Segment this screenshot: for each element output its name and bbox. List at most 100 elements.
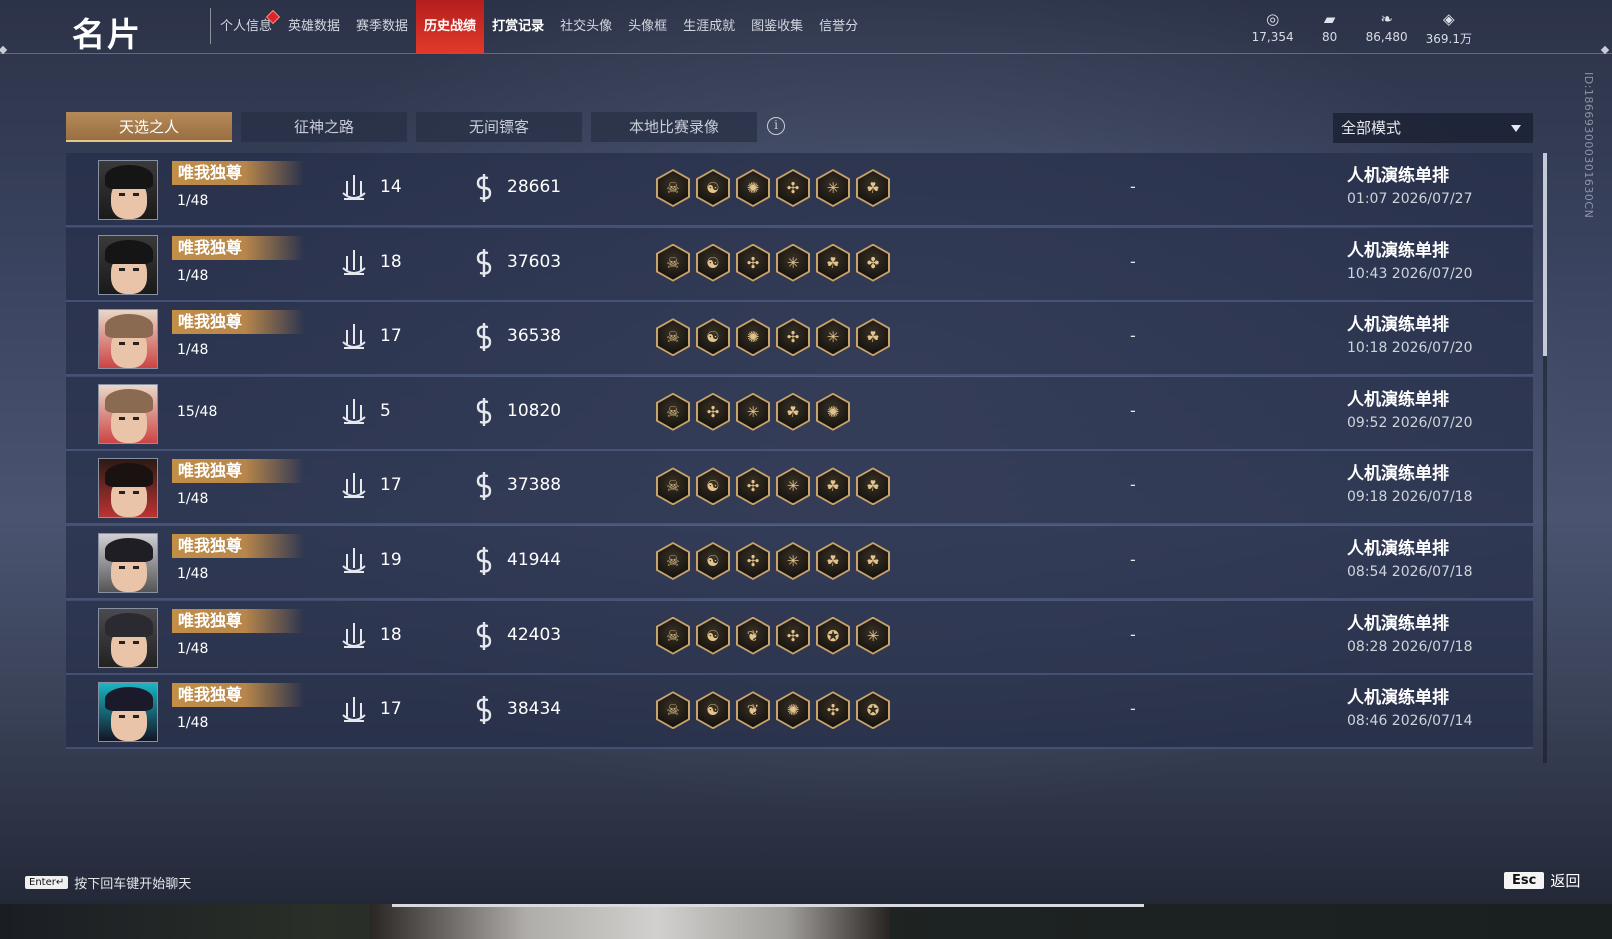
match-result: - (1130, 251, 1136, 271)
talent-hex-icon[interactable]: ✣ (776, 169, 810, 207)
tab-2[interactable]: 无间镖客 (416, 112, 582, 142)
avatar-hair (105, 165, 153, 189)
match-row[interactable]: 唯我独尊 1/48 19 41944 ☠ ☯ ✣ ✳ ☘ ☘ - 人机演练单排 08:54 2026/0… (66, 526, 1533, 600)
talent-hex-icon[interactable]: ☘ (816, 467, 850, 506)
match-row[interactable]: 唯我独尊 1/48 17 38434 ☠ ☯ ❦ ✺ ✣ ✪ - 人机演练单排 08:46 2026/0… (66, 675, 1533, 750)
talent-hex-icon[interactable]: ✣ (736, 467, 770, 506)
talent-hex-icon[interactable]: ✳ (736, 392, 770, 431)
nav-tab-8[interactable]: 图鉴收集 (743, 0, 811, 54)
talent-hex-icon[interactable]: ✳ (816, 169, 850, 207)
talent-hex-icon[interactable]: ☠ (656, 691, 690, 730)
match-type-tabs: 天选之人 征神之路 无间镖客 本地比赛录像 (66, 112, 757, 142)
list-scrollbar-thumb[interactable] (1543, 153, 1547, 356)
talent-hex-icon[interactable]: ✣ (736, 542, 770, 580)
avatar-eyes (119, 566, 139, 569)
hero-avatar[interactable] (98, 160, 158, 220)
talent-hex-icon[interactable]: ✪ (816, 616, 850, 655)
currency-0: ◎ 17,354 (1252, 8, 1294, 47)
talent-hex-icon[interactable]: ☠ (656, 467, 690, 506)
talent-glyph: ☠ (666, 402, 680, 421)
talent-hex-icon[interactable]: ☠ (656, 169, 690, 207)
nav-tab-7[interactable]: 生涯成就 (675, 0, 743, 54)
talent-hex-icon[interactable]: ☯ (696, 691, 730, 730)
match-row[interactable]: 唯我独尊 1/48 17 37388 ☠ ☯ ✣ ✳ ☘ ☘ - 人机演练单排 09:18 2026/0… (66, 451, 1533, 526)
talent-hex-icon[interactable]: ❦ (736, 616, 770, 655)
kill-count: 14 (380, 177, 402, 197)
tab-3[interactable]: 本地比赛录像 (591, 112, 757, 142)
nav-tab-2[interactable]: 赛季数据 (348, 0, 416, 54)
talent-glyph: ☠ (666, 701, 680, 720)
score-value: 41944 (507, 550, 562, 570)
talent-hex-icon[interactable]: ❦ (736, 691, 770, 730)
score-value: 37388 (507, 475, 562, 496)
talent-hex-icon[interactable]: ✺ (816, 392, 850, 431)
match-row[interactable]: 唯我独尊 1/48 14 28661 ☠ ☯ ✺ ✣ ✳ ☘ - 人机演练单排 01:07 2026/0… (66, 153, 1533, 227)
talent-hex-icon[interactable]: ☯ (696, 169, 730, 207)
talent-hex-icon[interactable]: ✳ (776, 467, 810, 506)
talent-hex-icon[interactable]: ✳ (816, 318, 850, 357)
match-row[interactable]: 唯我独尊 1/48 18 37603 ☠ ☯ ✣ ✳ ☘ ✤ - 人机演练单排 10:43 2026/0… (66, 227, 1533, 302)
nav-tab-5[interactable]: 社交头像 (552, 0, 620, 54)
tab-1[interactable]: 征神之路 (241, 112, 407, 142)
talent-hex-icon[interactable]: ✣ (696, 392, 730, 431)
talent-hex-icon[interactable]: ☯ (696, 616, 730, 655)
talent-hex-icon[interactable]: ☘ (776, 392, 810, 431)
hero-avatar[interactable] (98, 607, 158, 668)
nav-tab-6[interactable]: 头像框 (620, 0, 675, 54)
talent-hex-icon[interactable]: ✣ (776, 616, 810, 655)
nav-tab-9[interactable]: 信誉分 (811, 0, 866, 54)
talent-hex-icon[interactable]: ✪ (856, 691, 890, 730)
talent-hex-icon[interactable]: ☯ (696, 542, 730, 580)
talent-hex-icon[interactable]: ✳ (776, 542, 810, 580)
talent-hex-icon[interactable]: ☠ (656, 542, 690, 580)
talent-hex-icon[interactable]: ☘ (856, 169, 890, 207)
nav-tab-1[interactable]: 英雄数据 (280, 0, 348, 54)
hero-avatar[interactable] (98, 309, 158, 370)
talent-hex-icon[interactable]: ☯ (696, 243, 730, 282)
nav-tab-4[interactable]: 打赏记录 (484, 0, 552, 54)
info-icon[interactable]: i (767, 117, 785, 135)
talent-hex-icon[interactable]: ☘ (816, 243, 850, 282)
kills-icon (340, 621, 368, 651)
talent-hex-icon[interactable]: ☠ (656, 392, 690, 431)
talent-hex-icon[interactable]: ✺ (736, 318, 770, 357)
hero-avatar[interactable] (98, 383, 158, 444)
talent-hex-icon[interactable]: ☘ (856, 467, 890, 506)
match-history-list[interactable]: 唯我独尊 1/48 14 28661 ☠ ☯ ✺ ✣ ✳ ☘ - 人机演练单排 01:07 2026/0… (66, 153, 1533, 763)
talent-hex-icon[interactable]: ✺ (736, 169, 770, 207)
match-row[interactable]: 15/48 5 10820 ☠ ✣ ✳ ☘ ✺ - 人机演练单排 09:52 2026/07/20 (66, 376, 1533, 451)
talent-hex-icon[interactable]: ☠ (656, 318, 690, 357)
talent-hex-icon[interactable]: ☘ (856, 318, 890, 357)
talent-hex-icon[interactable]: ✳ (856, 616, 890, 655)
hero-avatar[interactable] (98, 234, 158, 295)
talent-hex-icon[interactable]: ☠ (656, 243, 690, 282)
talent-hex-icon[interactable]: ✳ (776, 243, 810, 282)
talent-hex-icon[interactable]: ☘ (856, 542, 890, 580)
match-row[interactable]: 唯我独尊 1/48 18 42403 ☠ ☯ ❦ ✣ ✪ ✳ - 人机演练单排 08:28 2026/0… (66, 600, 1533, 675)
nav-tab-0[interactable]: 个人信息 (212, 0, 281, 54)
talent-hex-icon[interactable]: ☯ (696, 467, 730, 506)
tab-0[interactable]: 天选之人 (66, 112, 232, 142)
nav-tab-3[interactable]: 历史战绩 (416, 0, 485, 54)
talent-hex-icon[interactable]: ✺ (776, 691, 810, 730)
currency-value: 17,354 (1251, 30, 1294, 44)
talent-hex-icon[interactable]: ☠ (656, 616, 690, 655)
match-result: - (1130, 400, 1136, 420)
talent-hex-icon[interactable]: ✣ (816, 691, 850, 730)
talent-hex-icon[interactable]: ✣ (776, 318, 810, 357)
hero-avatar[interactable] (98, 458, 158, 519)
nav-tab-label: 图鉴收集 (751, 19, 804, 34)
talent-hex-icon[interactable]: ☯ (696, 318, 730, 357)
talent-hex-icon[interactable]: ✣ (736, 243, 770, 282)
talent-glyph: ✪ (826, 626, 840, 645)
talent-hex-icon[interactable]: ☘ (816, 542, 850, 580)
currency-1: ▰ 80 (1312, 8, 1348, 47)
talent-glyph: ☘ (786, 402, 800, 421)
back-button[interactable]: Esc 返回 (1504, 870, 1580, 891)
talent-hex-icon[interactable]: ✤ (856, 243, 890, 282)
hero-avatar[interactable] (98, 682, 158, 743)
mode-dropdown[interactable]: 全部模式 (1333, 113, 1533, 143)
match-mode: 人机演练单排 (1347, 240, 1449, 261)
match-row[interactable]: 唯我独尊 1/48 17 36538 ☠ ☯ ✺ ✣ ✳ ☘ - 人机演练单排 10:18 2026/0… (66, 302, 1533, 377)
hero-avatar[interactable] (98, 533, 158, 593)
